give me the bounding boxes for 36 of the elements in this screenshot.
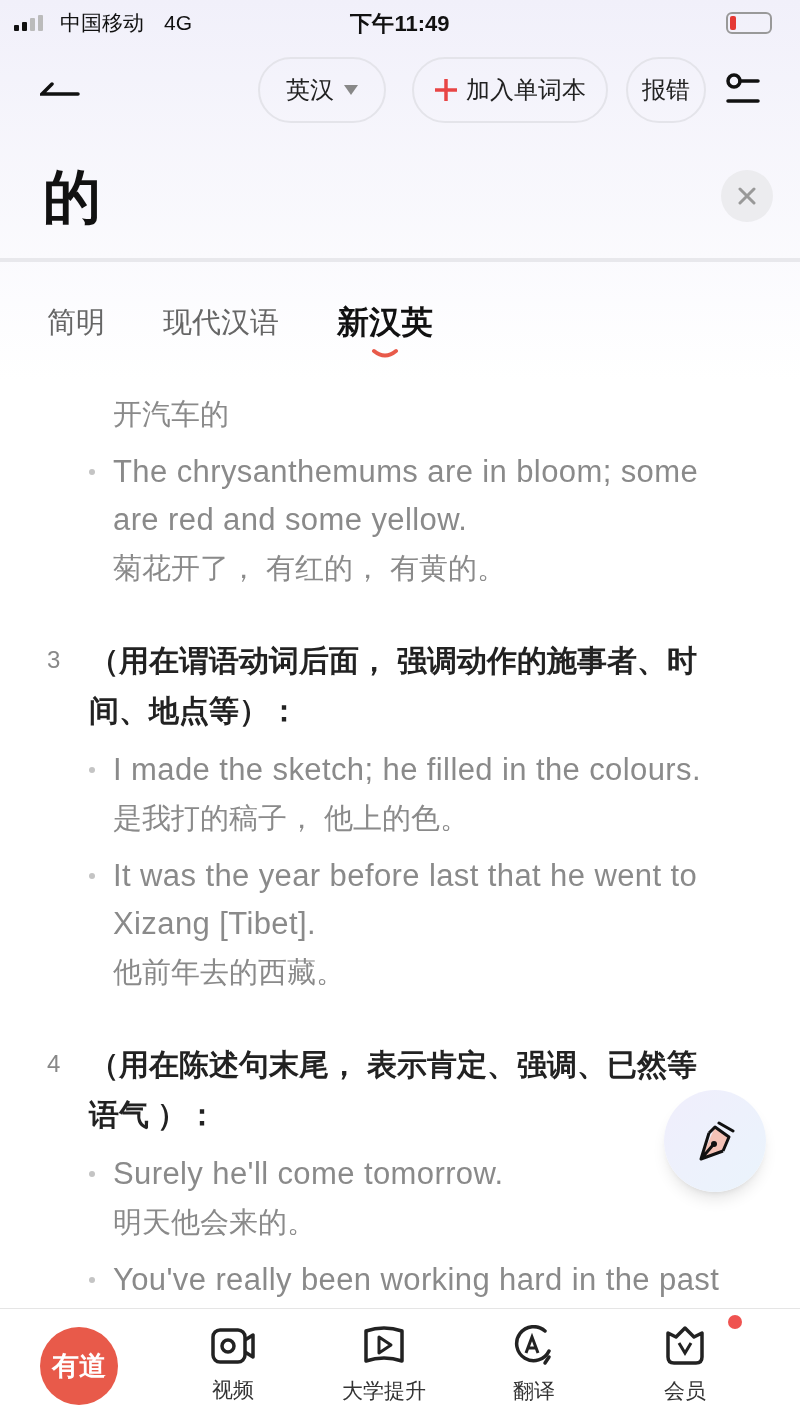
example-sentence: I made the sketch; he filled in the colours. — [113, 751, 702, 789]
example-translation: 是我打的稿子， 他上的色。 — [113, 801, 471, 836]
app-logo[interactable]: 有道 — [40, 1327, 118, 1405]
status-time: 下午11:49 — [350, 9, 450, 38]
sense-number: 3 — [47, 645, 62, 675]
example-translation: 菊花开了， 有红的， 有黄的。 — [113, 551, 508, 586]
nav-tab[interactable]: 大学提升 — [341, 1325, 426, 1407]
example-sentence: You've really been working hard in the past — [113, 1261, 721, 1299]
headword: 的 — [43, 162, 101, 231]
sense-definition: （用在陈述句末尾， 表示肯定、强调、已然等语气 ）： — [89, 1047, 699, 1133]
nav-tab[interactable]: 翻译 — [511, 1325, 558, 1407]
nav-tab[interactable]: 会员 — [663, 1325, 706, 1407]
nav-tab[interactable]: 视频 — [210, 1326, 257, 1406]
example-sentence: It was the year before last that he went to Xizang [Tibet]. — [113, 857, 699, 943]
example-sentence: The chrysanthemums are in bloom; some are red and some yellow. — [113, 453, 700, 539]
example-translation: 明天他会来的。 — [113, 1205, 317, 1240]
example-translation: 开汽车的 — [113, 397, 230, 432]
camera-icon — [210, 1326, 257, 1367]
close-icon — [738, 187, 756, 205]
dictionary-tab[interactable]: 现代汉语 — [163, 302, 279, 342]
example-translation: 他前年去的西藏。 — [113, 955, 346, 990]
network-type: 4G — [164, 10, 192, 37]
sense-definition: （用在谓语动词后面， 强调动作的施事者、时间、地点等）： — [89, 643, 699, 729]
dictionary-tab[interactable]: 简明 — [47, 302, 105, 342]
report-error-button[interactable]: 报错 — [626, 57, 706, 123]
tab-underline-icon — [371, 348, 399, 358]
carrier-name: 中国移动 — [60, 10, 144, 37]
add-to-wordbook-button[interactable]: 加入单词本 — [412, 57, 608, 123]
plus-icon — [434, 78, 458, 102]
vip-shield-icon — [663, 1325, 706, 1368]
language-dropdown[interactable]: 英汉 — [258, 57, 386, 123]
example-sentence: Surely he'll come tomorrow. — [113, 1155, 505, 1193]
dictionary-tab[interactable]: 新汉英 — [337, 302, 433, 358]
dropdown-caret-icon — [344, 85, 358, 95]
battery-icon — [726, 12, 772, 34]
sense-number: 4 — [47, 1049, 62, 1079]
